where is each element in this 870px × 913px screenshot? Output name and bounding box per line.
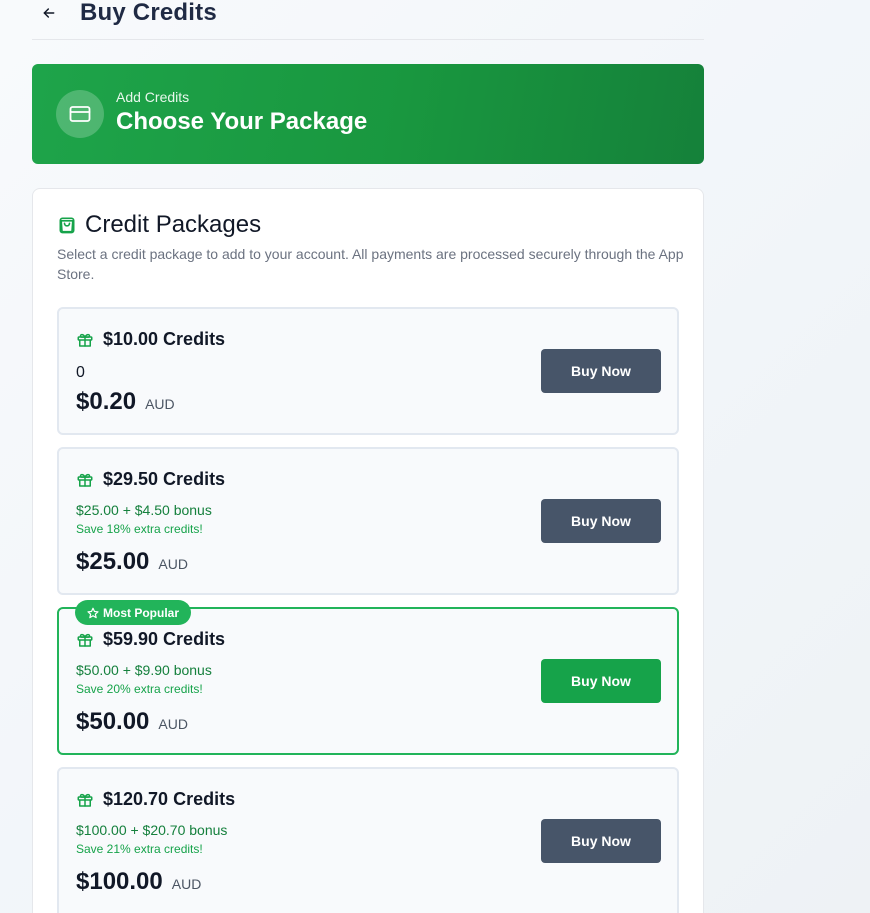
buy-now-button[interactable]: Buy Now <box>541 819 661 863</box>
hero-icon-circle <box>56 90 104 138</box>
package-price: $0.20 <box>76 388 137 415</box>
gift-icon <box>77 473 93 487</box>
card-description: Select a credit package to add to your a… <box>57 246 684 282</box>
package-price: $25.00 <box>76 548 150 575</box>
buy-now-button[interactable]: Buy Now <box>541 499 661 543</box>
card-title: Credit Packages <box>85 211 262 238</box>
badge-label: Most Popular <box>103 605 180 620</box>
package-bonus: $50.00 + $9.90 bonus <box>76 662 212 678</box>
package-detail: 0 <box>76 364 85 381</box>
page-header: Buy Credits <box>32 0 704 40</box>
package-name: $120.70 Credits <box>103 789 236 809</box>
package-item-popular: $59.90 Credits $50.00 + $9.90 bonus Save… <box>57 607 679 755</box>
page-title: Buy Credits <box>80 0 217 26</box>
package-price: $100.00 <box>76 868 163 895</box>
package-item: $29.50 Credits $25.00 + $4.50 bonus Save… <box>57 447 679 595</box>
credit-card-icon <box>69 106 91 122</box>
hero-title: Choose Your Package <box>116 107 368 135</box>
hero-subtitle: Add Credits <box>116 88 190 105</box>
arrow-left-icon <box>43 7 55 18</box>
package-name: $29.50 Credits <box>103 469 226 489</box>
package-currency: AUD <box>145 396 175 412</box>
package-price: $50.00 <box>76 708 150 735</box>
package-name: $59.90 Credits <box>103 629 226 649</box>
gift-icon <box>77 793 93 807</box>
back-button[interactable] <box>34 0 64 28</box>
gift-icon <box>77 633 93 647</box>
package-bonus: $25.00 + $4.50 bonus <box>76 502 212 518</box>
package-item: $120.70 Credits $100.00 + $20.70 bonus S… <box>57 767 679 913</box>
package-savings: Save 21% extra credits! <box>76 842 203 856</box>
package-currency: AUD <box>171 876 202 892</box>
shopping-bag-icon <box>59 217 75 234</box>
package-savings: Save 18% extra credits! <box>76 522 203 536</box>
package-name: $10.00 Credits <box>103 329 226 349</box>
package-item: $10.00 Credits 0 $0.20 AUD Buy Now <box>57 307 679 435</box>
buy-now-button[interactable]: Buy Now <box>541 659 661 703</box>
package-bonus: $100.00 + $20.70 bonus <box>76 822 228 838</box>
most-popular-badge: Most Popular <box>75 600 192 625</box>
package-currency: AUD <box>158 556 188 572</box>
buy-now-button[interactable]: Buy Now <box>541 349 661 393</box>
package-savings: Save 20% extra credits! <box>76 682 203 696</box>
gift-icon <box>77 333 93 347</box>
star-icon <box>87 607 99 618</box>
package-currency: AUD <box>158 716 188 732</box>
hero-banner: Add Credits Choose Your Package <box>32 64 704 164</box>
